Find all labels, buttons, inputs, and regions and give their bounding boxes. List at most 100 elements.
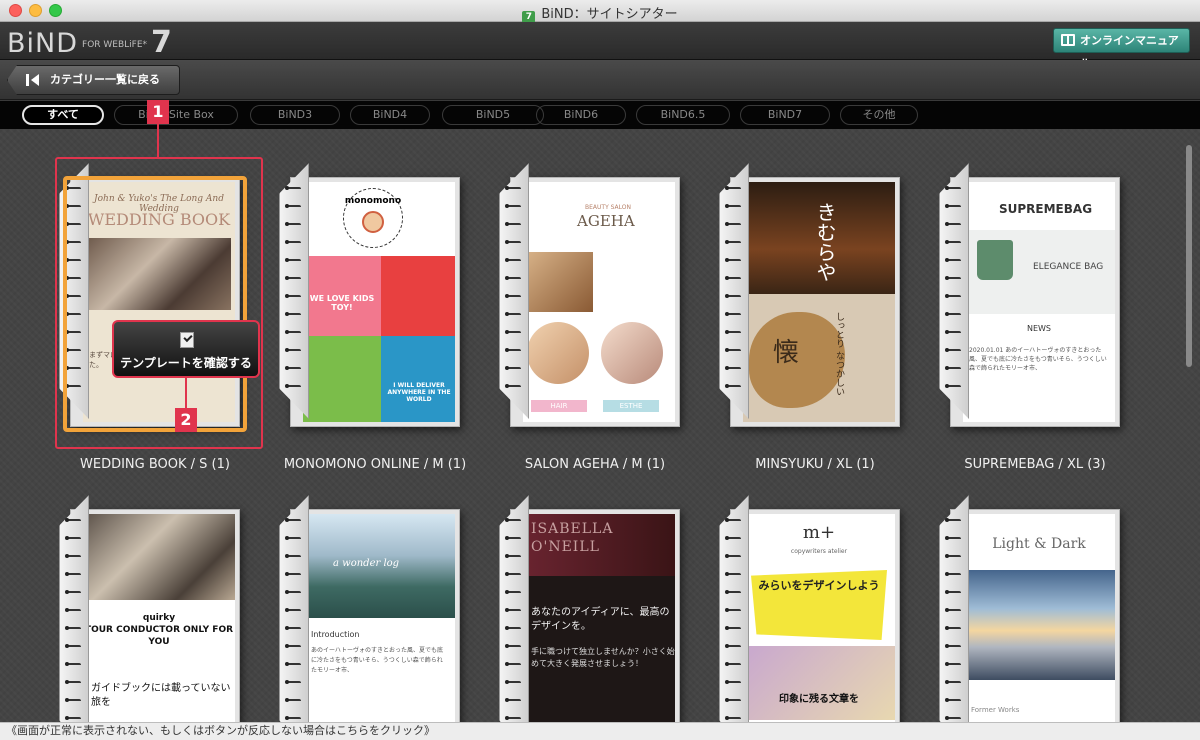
binder-ring	[725, 518, 741, 523]
filter-all[interactable]: すべて	[22, 105, 104, 125]
binder-ring	[725, 590, 741, 595]
binder-ring	[945, 536, 961, 541]
binder-ring	[505, 518, 521, 523]
binder-rings	[285, 186, 303, 407]
template-thumbnail[interactable]: quirky TOUR CONDUCTOR ONLY FOR YOU ガイドブック…	[70, 509, 240, 722]
binder-ring	[725, 662, 741, 667]
callout-2: 2	[175, 408, 197, 432]
binder-ring	[285, 698, 301, 703]
binder-ring	[505, 240, 521, 245]
binder-ring	[945, 662, 961, 667]
filter-bind6-5[interactable]: BiND6.5	[636, 105, 730, 125]
binder-ring	[285, 572, 301, 577]
binder-ring	[945, 644, 961, 649]
callout-1-line	[157, 120, 159, 158]
filter-bind-site-box[interactable]: BiND Site Box	[114, 105, 238, 125]
binder-ring	[505, 348, 521, 353]
binder-ring	[725, 698, 741, 703]
online-manual-button[interactable]: オンラインマニュアル	[1053, 28, 1190, 70]
binder-ring	[285, 258, 301, 263]
binder-ring	[505, 698, 521, 703]
binder-rings	[505, 518, 523, 722]
template-thumbnail[interactable]: Light & Dark Former Works	[950, 509, 1120, 722]
back-arrow-icon	[26, 74, 40, 86]
template-card-monomono-online[interactable]: monomono WE LOVE KIDS TOY! I WILL DELIVE…	[275, 157, 475, 437]
binder-ring	[505, 608, 521, 613]
binder-ring	[285, 590, 301, 595]
filter-bar: すべて BiND Site Box BiND3 BiND4 BiND5 BiND…	[0, 101, 1200, 129]
callout-2-line	[185, 378, 187, 408]
binder-ring	[285, 312, 301, 317]
binder-ring	[65, 518, 81, 523]
binder-ring	[285, 644, 301, 649]
binder-ring	[505, 644, 521, 649]
bind-logo: BiND FOR WEBLiFE* 7	[7, 25, 172, 60]
binder-ring	[285, 680, 301, 685]
template-card-m-plus[interactable]: m+ copywriters atelier みらいをデザインしよう 印象に残る…	[715, 489, 915, 722]
template-thumbnail[interactable]: SUPREMEBAG ELEGANCE BAG NEWS 2020.01.01 …	[950, 177, 1120, 427]
binder-ring	[945, 554, 961, 559]
binder-ring	[945, 312, 961, 317]
binder-ring	[505, 680, 521, 685]
binder-ring	[285, 716, 301, 721]
binder-ring	[945, 348, 961, 353]
template-thumbnail[interactable]: m+ copywriters atelier みらいをデザインしよう 印象に残る…	[730, 509, 900, 722]
filter-other[interactable]: その他	[840, 105, 918, 125]
template-label: MINSYUKU / XL (1)	[755, 457, 875, 472]
binder-ring	[945, 186, 961, 191]
template-thumbnail[interactable]: きむらや 懐 しっとり なつかしい	[730, 177, 900, 427]
window-title: 7 BiND：サイトシアター	[0, 3, 1200, 24]
status-help-link[interactable]: 《画面が正常に表示されない、もしくはボタンが反応しない場合はこちらをクリック》	[0, 722, 1200, 740]
binder-ring	[285, 204, 301, 209]
template-card-minsyuku[interactable]: きむらや 懐 しっとり なつかしい	[715, 157, 915, 437]
template-card-salon-ageha[interactable]: BEAUTY SALON AGEHA HAIR ESTHE	[495, 157, 695, 437]
binder-ring	[945, 590, 961, 595]
filter-bind4[interactable]: BiND4	[350, 105, 430, 125]
template-card-light-and-dark[interactable]: Light & Dark Former Works	[935, 489, 1135, 722]
template-thumbnail[interactable]: BEAUTY SALON AGEHA HAIR ESTHE	[510, 177, 680, 427]
binder-ring	[285, 626, 301, 631]
confirm-template-button[interactable]: テンプレートを確認する	[112, 320, 260, 378]
template-thumbnail[interactable]: ISABELLA O'NEILL あなたのアイディアに、最高のデザインを。 手に…	[510, 509, 680, 722]
binder-ring	[505, 222, 521, 227]
binder-ring	[505, 330, 521, 335]
model-photo	[523, 252, 593, 312]
binder-ring	[945, 240, 961, 245]
template-thumbnail[interactable]: monomono WE LOVE KIDS TOY! I WILL DELIVE…	[290, 177, 460, 427]
template-label: MONOMONO ONLINE / M (1)	[283, 457, 467, 472]
binder-ring	[505, 716, 521, 721]
binder-rings	[65, 518, 83, 722]
app-header: BiNDFOR WEBLiFE*7 オンラインマニュアル	[0, 22, 1200, 70]
binder-ring	[945, 204, 961, 209]
binder-ring	[725, 366, 741, 371]
binder-ring	[945, 258, 961, 263]
binder-ring	[65, 698, 81, 703]
vertical-scrollbar[interactable]	[1186, 145, 1192, 367]
binder-ring	[505, 572, 521, 577]
binder-ring	[505, 276, 521, 281]
binder-ring	[65, 626, 81, 631]
binder-ring	[285, 608, 301, 613]
binder-ring	[725, 258, 741, 263]
template-thumbnail[interactable]: a wonder log Introduction あのイーハトーヴォのすきとお…	[290, 509, 460, 722]
toolbar: カテゴリー一覧に戻る	[0, 60, 1200, 100]
binder-ring	[945, 518, 961, 523]
template-card-supremebag[interactable]: SUPREMEBAG ELEGANCE BAG NEWS 2020.01.01 …	[935, 157, 1135, 437]
binder-rings	[945, 186, 963, 407]
hair-photo	[527, 322, 589, 384]
filter-bind5[interactable]: BiND5	[442, 105, 544, 125]
back-to-categories-button[interactable]: カテゴリー一覧に戻る	[7, 65, 180, 95]
bag-photo	[977, 240, 1013, 280]
binder-ring	[505, 626, 521, 631]
template-card-isabella-oneill[interactable]: ISABELLA O'NEILL あなたのアイディアに、最高のデザインを。 手に…	[495, 489, 695, 722]
template-label: SUPREMEBAG / XL (3)	[964, 457, 1106, 472]
template-card-tour-conductor[interactable]: quirky TOUR CONDUCTOR ONLY FOR YOU ガイドブック…	[55, 489, 255, 722]
filter-bind7[interactable]: BiND7	[740, 105, 830, 125]
binder-ring	[505, 312, 521, 317]
binder-ring	[65, 716, 81, 721]
template-card-wonder-log[interactable]: a wonder log Introduction あのイーハトーヴォのすきとお…	[275, 489, 475, 722]
filter-bind6[interactable]: BiND6	[536, 105, 626, 125]
binder-ring	[725, 222, 741, 227]
binder-ring	[505, 204, 521, 209]
filter-bind3[interactable]: BiND3	[250, 105, 340, 125]
